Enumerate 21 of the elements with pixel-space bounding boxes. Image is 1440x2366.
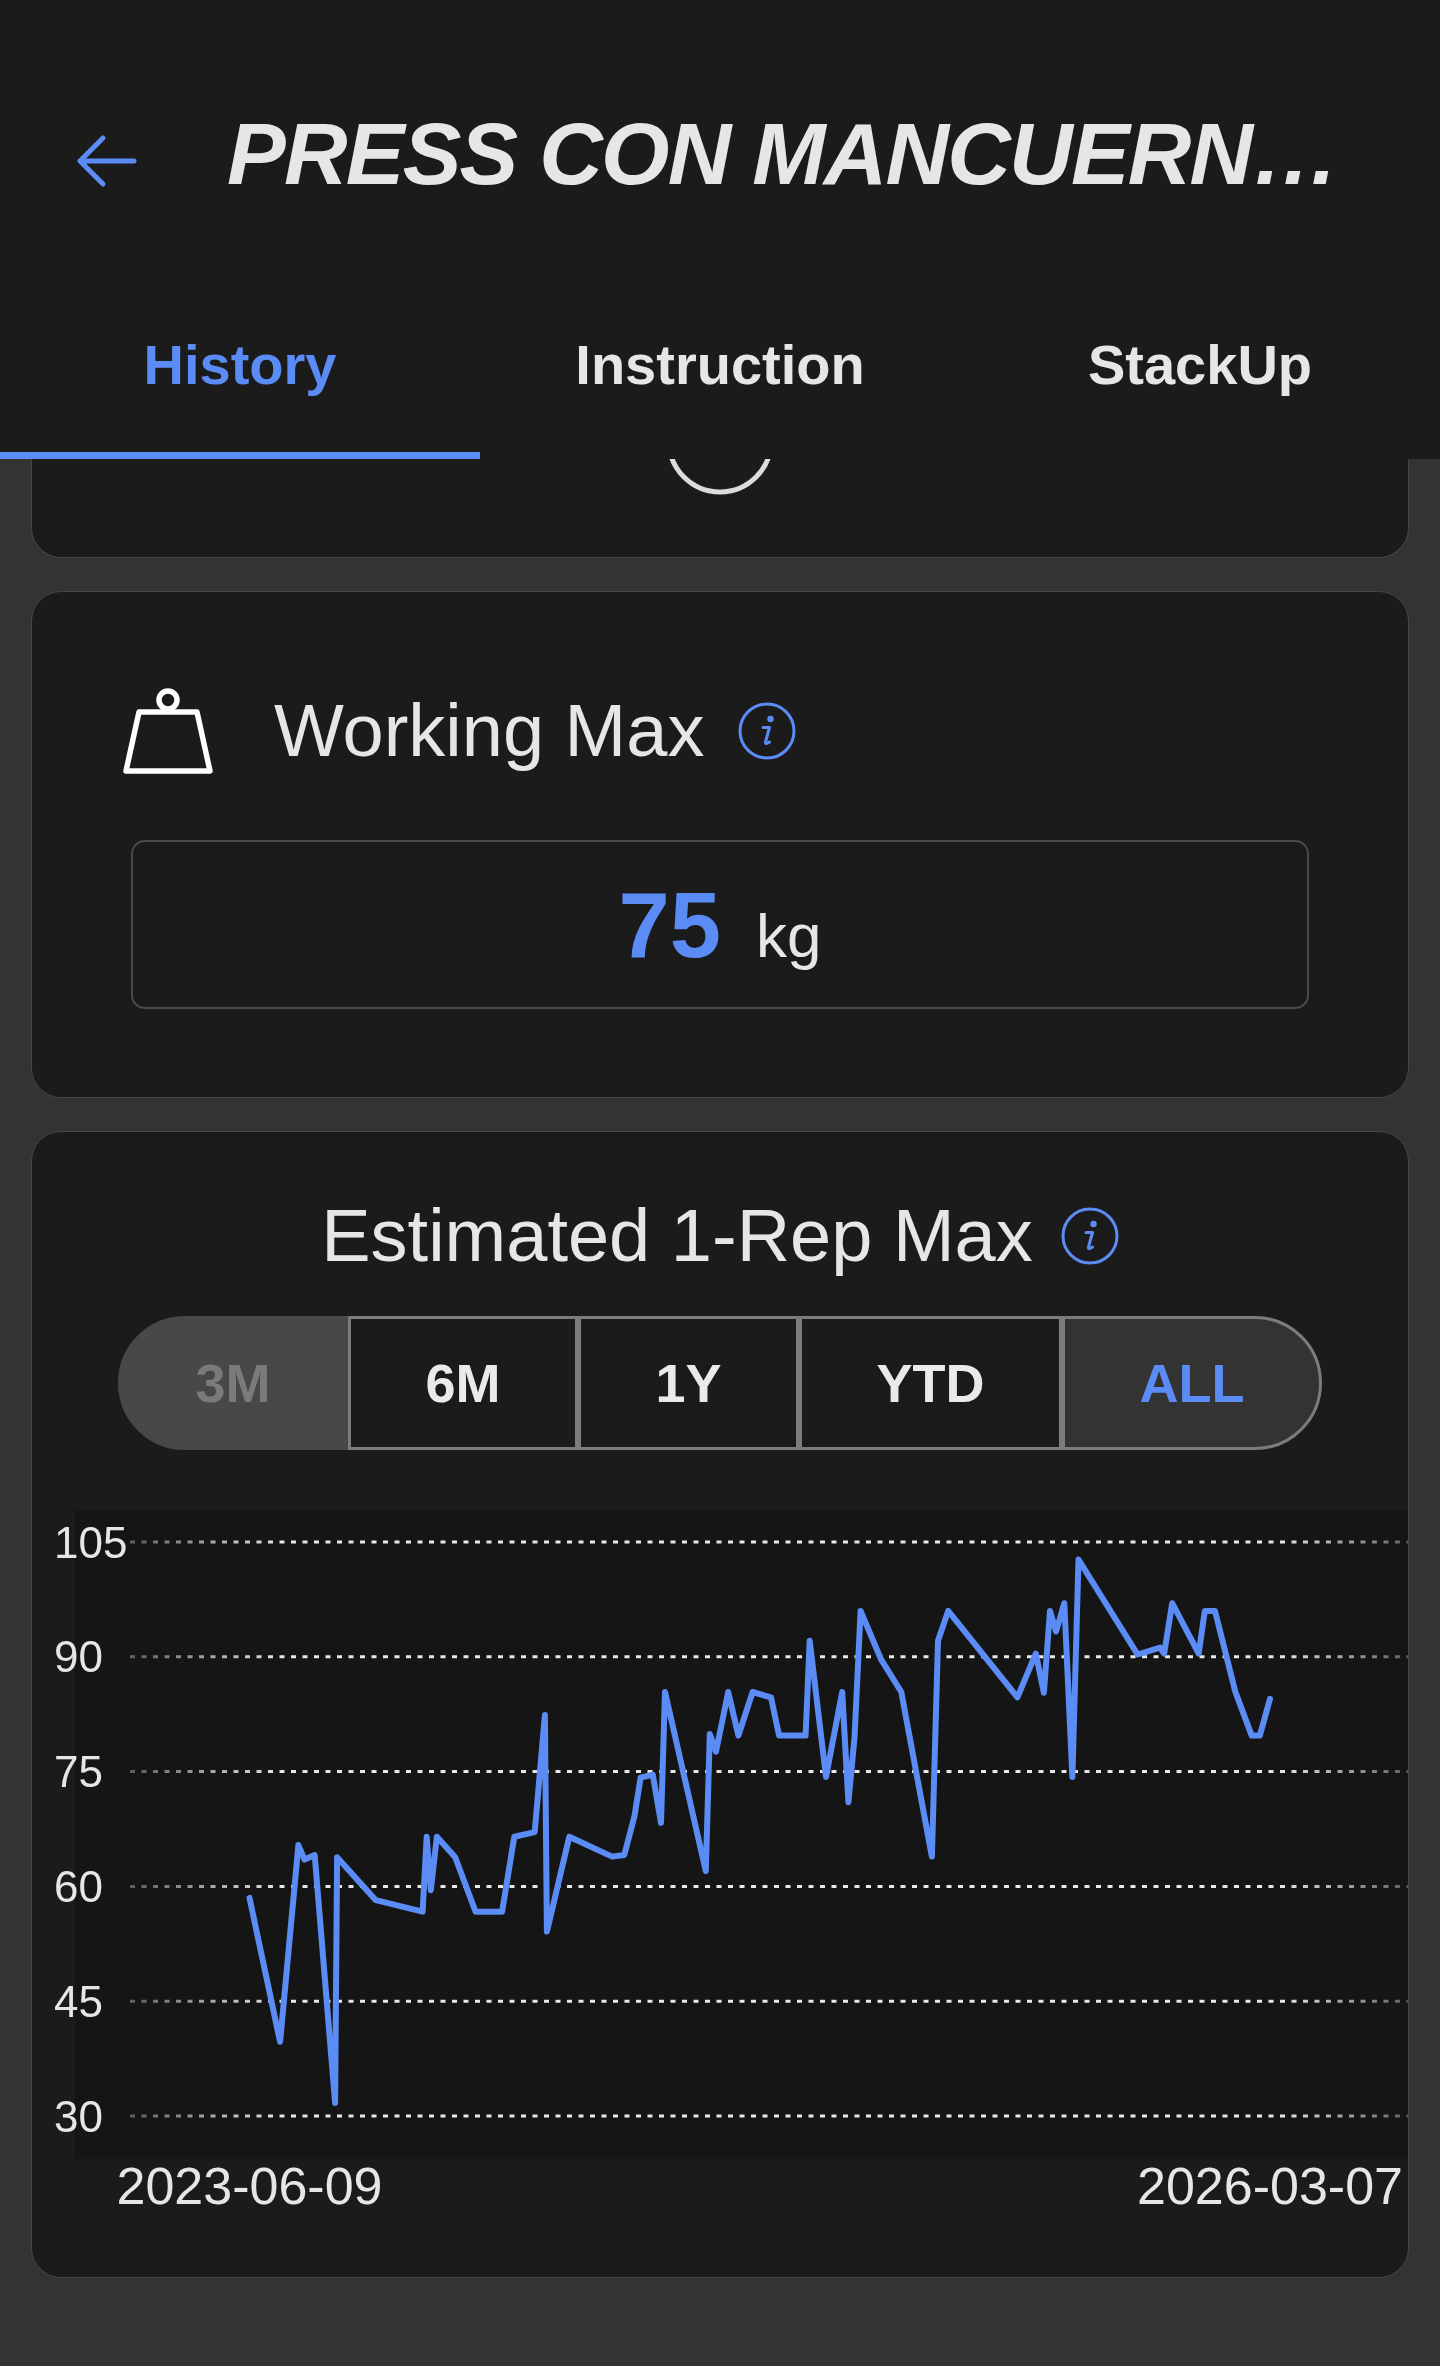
tab[interactable]: Instruction xyxy=(480,300,960,459)
axis-label: 60 xyxy=(54,1861,103,1911)
axis-label: 75 xyxy=(54,1747,103,1797)
range-tab[interactable]: YTD xyxy=(799,1316,1063,1450)
range-tab[interactable]: 1Y xyxy=(578,1316,800,1450)
value-field[interactable]: 75 kg xyxy=(131,840,1309,1009)
back-arrow-icon[interactable] xyxy=(75,134,137,188)
info-icon[interactable] xyxy=(1060,1207,1119,1265)
range-tab[interactable]: 6M xyxy=(348,1316,578,1450)
axis-label: 45 xyxy=(54,1976,103,2026)
axis-label: 2026-03-07 xyxy=(1137,2157,1403,2215)
page-title: PRESS CON MANCUERN… xyxy=(227,110,1338,198)
range-tab[interactable]: ALL xyxy=(1062,1316,1322,1450)
weight-icon xyxy=(122,687,214,775)
max-value: 75 xyxy=(618,878,721,971)
info-icon[interactable] xyxy=(738,702,797,760)
axis-label: 30 xyxy=(54,2091,103,2141)
axis-label: 90 xyxy=(54,1632,103,1682)
axis-label: 105 xyxy=(54,1517,128,1567)
tab[interactable]: StackUp xyxy=(960,300,1440,459)
axis-label: 2023-06-09 xyxy=(116,2157,383,2215)
